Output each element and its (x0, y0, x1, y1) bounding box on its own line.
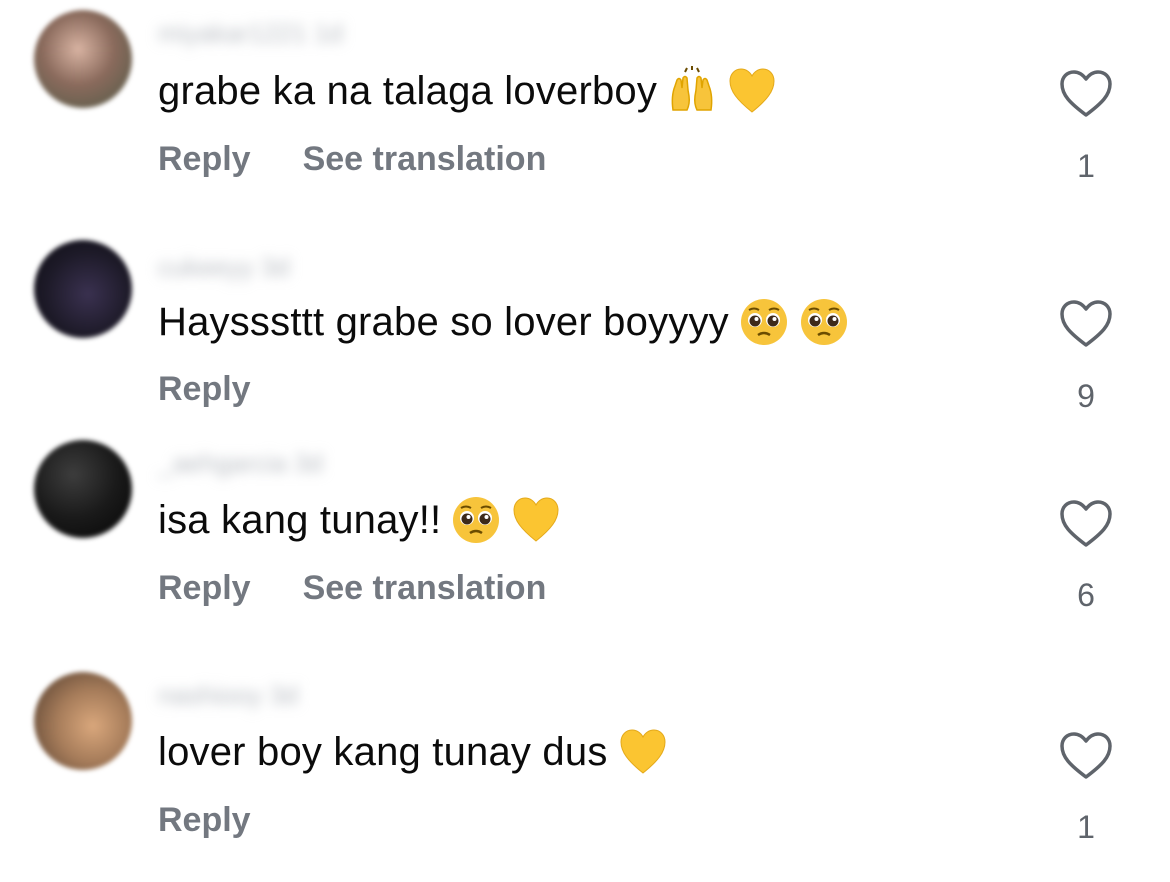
like-count: 1 (1077, 148, 1095, 184)
comment-body: lover boy kang tunay dus (158, 724, 668, 780)
comment-text: grabe ka na talaga loverboy (158, 68, 658, 113)
comment-item: nashiooy 3d lover boy kang tunay dus Rep… (0, 662, 1170, 882)
username[interactable]: miyakar1221 1d (158, 20, 343, 46)
comment-item: _aehgarcia 3d isa kang tunay!! Reply See… (0, 430, 1170, 650)
reply-button[interactable]: Reply (158, 370, 251, 409)
heart-icon[interactable] (1058, 298, 1114, 350)
heart-icon[interactable] (1058, 68, 1114, 120)
reply-button[interactable]: Reply (158, 801, 251, 840)
comment-body: isa kang tunay!! (158, 492, 561, 548)
heart-icon[interactable] (1058, 498, 1114, 550)
username[interactable]: nashiooy 3d (158, 682, 298, 708)
comment-actions: Reply See translation (158, 139, 546, 179)
yellow-heart-icon (513, 497, 559, 542)
avatar[interactable] (34, 440, 132, 538)
comment-body: grabe ka na talaga loverboy (158, 63, 777, 119)
comment-actions: Reply See translation (158, 568, 546, 608)
like-count: 9 (1077, 378, 1095, 414)
pleading-face-icon (453, 497, 500, 543)
like-count: 6 (1077, 577, 1095, 613)
comment-body: Haysssttt grabe so lover boyyyy (158, 294, 849, 350)
like-count: 1 (1077, 809, 1095, 845)
pleading-face-icon (800, 299, 847, 345)
pleading-face-icon (740, 299, 787, 345)
comment-item: cukeeyy 3d Haysssttt grabe so lover boyy… (0, 230, 1170, 450)
username[interactable]: _aehgarcia 3d (158, 450, 323, 476)
heart-icon[interactable] (1058, 730, 1114, 782)
reply-button[interactable]: Reply (158, 140, 251, 179)
yellow-heart-icon (620, 729, 666, 774)
raising-hands-icon (671, 66, 713, 111)
avatar[interactable] (34, 10, 132, 108)
username[interactable]: cukeeyy 3d (158, 254, 290, 280)
avatar[interactable] (34, 240, 132, 338)
comment-item: miyakar1221 1d grabe ka na talaga loverb… (0, 0, 1170, 220)
reply-button[interactable]: Reply (158, 569, 251, 608)
comment-text: Haysssttt grabe so lover boyyyy (158, 299, 729, 344)
comment-text: isa kang tunay!! (158, 497, 442, 542)
avatar[interactable] (34, 672, 132, 770)
see-translation-button[interactable]: See translation (303, 569, 547, 608)
comment-actions: Reply (158, 800, 251, 840)
comment-text: lover boy kang tunay dus (158, 729, 608, 774)
see-translation-button[interactable]: See translation (303, 140, 547, 179)
yellow-heart-icon (729, 68, 775, 113)
comment-actions: Reply (158, 369, 251, 409)
